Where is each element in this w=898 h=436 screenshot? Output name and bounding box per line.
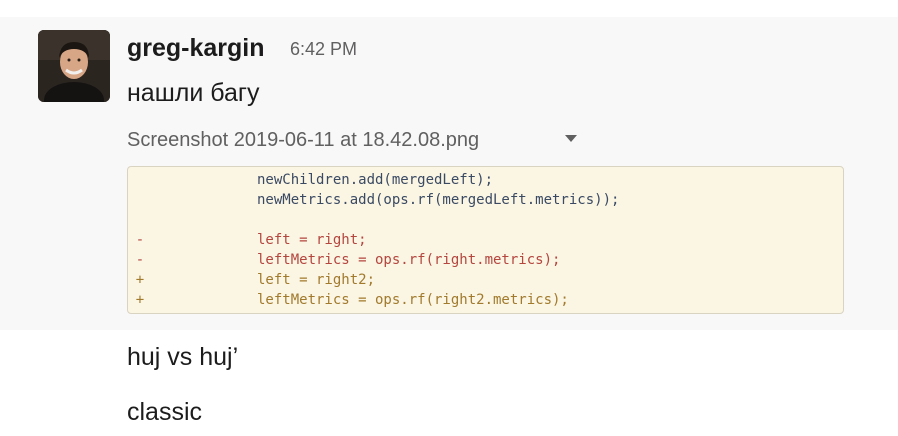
- code-line: newMetrics.add(ops.rf(mergedLeft.metrics…: [128, 190, 843, 210]
- message-text: classic: [127, 398, 203, 426]
- code-line: - left = right;: [128, 230, 843, 250]
- avatar[interactable]: [38, 30, 110, 102]
- diff-marker: +: [135, 272, 145, 288]
- caret-down-icon[interactable]: [565, 135, 577, 142]
- message-text: нашли багу: [127, 79, 260, 107]
- diff-marker: -: [135, 232, 145, 248]
- code-text: newChildren.add(mergedLeft);: [257, 172, 494, 188]
- code-line: + left = right2;: [128, 270, 843, 290]
- file-name[interactable]: Screenshot 2019-06-11 at 18.42.08.png: [127, 128, 479, 152]
- diff-marker: +: [135, 292, 145, 308]
- code-text: leftMetrics = ops.rf(right.metrics);: [257, 252, 561, 268]
- code-text: newMetrics.add(ops.rf(mergedLeft.metrics…: [257, 192, 620, 208]
- code-text: left = right;: [257, 232, 367, 248]
- code-line: - leftMetrics = ops.rf(right.metrics);: [128, 250, 843, 270]
- file-preview[interactable]: newChildren.add(mergedLeft); newMetrics.…: [127, 166, 844, 314]
- code-text: leftMetrics = ops.rf(right2.metrics);: [257, 292, 569, 308]
- diff-marker: -: [135, 252, 145, 268]
- timestamp[interactable]: 6:42 PM: [290, 38, 357, 60]
- code-line: newChildren.add(mergedLeft);: [128, 170, 843, 190]
- message-text: huj vs huj’: [127, 343, 239, 371]
- code-line: + leftMetrics = ops.rf(right2.metrics);: [128, 290, 843, 310]
- username[interactable]: greg-kargin: [127, 33, 265, 63]
- code-text: left = right2;: [257, 272, 376, 288]
